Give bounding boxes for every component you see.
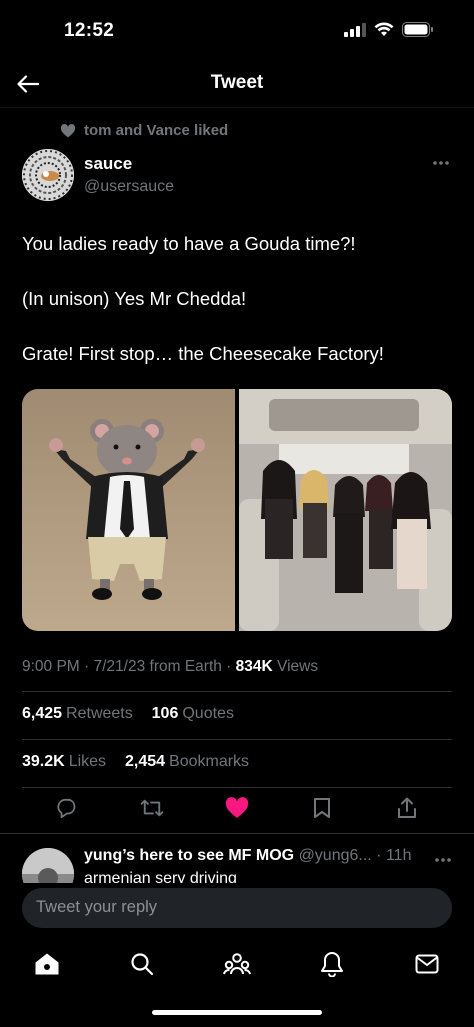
- like-button[interactable]: [224, 795, 250, 821]
- page-title: Tweet: [210, 72, 264, 93]
- nav-bar: Tweet: [0, 60, 474, 108]
- tab-home[interactable]: [32, 949, 62, 979]
- avatar[interactable]: [22, 149, 74, 201]
- reply-input-placeholder: Tweet your reply: [36, 898, 158, 916]
- avatar[interactable]: [22, 848, 74, 883]
- reply-input[interactable]: Tweet your reply: [22, 888, 452, 928]
- tweet-line: (In unison) Yes Mr Chedda!: [22, 288, 247, 309]
- reply-text: armenian sery driving: [84, 870, 237, 883]
- reply-button[interactable]: [54, 795, 80, 821]
- social-context-label: tom and Vance liked: [84, 122, 229, 139]
- tweet-author: sauce @usersauce: [22, 149, 454, 203]
- reply-header: yung’s here to see MF MOG @yung6... · 11…: [84, 847, 411, 865]
- social-context: tom and Vance liked: [60, 122, 228, 139]
- share-button[interactable]: [394, 795, 420, 821]
- bookmark-icon: [314, 798, 330, 818]
- envelope-icon: [415, 954, 439, 974]
- search-icon: [131, 953, 154, 976]
- tweet-line: You ladies ready to have a Gouda time?!: [22, 233, 356, 254]
- bookmarks-label: Bookmarks: [169, 753, 250, 770]
- tab-search[interactable]: [127, 949, 157, 979]
- divider: [22, 691, 452, 692]
- status-bar: 12:52: [0, 0, 474, 64]
- likes-count: 39.2K: [22, 753, 65, 770]
- divider: [22, 787, 452, 788]
- status-icons: [344, 22, 434, 37]
- communities-icon: [223, 953, 251, 975]
- bottom-tab-bar: [0, 935, 474, 1027]
- reply-bubble-icon: [57, 798, 76, 818]
- reply-author-name[interactable]: yung’s here to see MF MOG: [84, 847, 294, 864]
- media-photo-mouse[interactable]: [22, 389, 235, 631]
- retweets-label: Retweets: [66, 705, 133, 722]
- tweet-actions: [22, 795, 452, 825]
- bookmarks-count: 2,454: [124, 753, 166, 770]
- likes-label: Likes: [68, 753, 107, 770]
- heart-icon: [60, 123, 76, 137]
- tab-notifications[interactable]: [317, 949, 347, 979]
- home-indicator: [152, 1010, 322, 1015]
- engagement-stats-row-1: 6,425 Retweets 106 Quotes: [22, 705, 234, 723]
- engagement-stats-row-2: 39.2K Likes 2,454 Bookmarks: [22, 753, 249, 771]
- tweet-text: You ladies ready to have a Gouda time?! …: [22, 230, 452, 395]
- tweet-meta: 9:00 PM · 7/21/23 from Earth · 834K View…: [22, 658, 318, 676]
- retweet-icon: [140, 799, 164, 817]
- retweets-stat[interactable]: 6,425 Retweets: [22, 705, 133, 722]
- author-name[interactable]: sauce: [84, 154, 132, 174]
- heart-filled-icon: [225, 797, 249, 818]
- wifi-icon: [374, 22, 394, 36]
- more-dots-icon: [433, 161, 449, 165]
- bookmarks-stat[interactable]: 2,454 Bookmarks: [125, 753, 249, 770]
- bookmark-button[interactable]: [309, 795, 335, 821]
- cellular-signal-icon: [344, 22, 366, 37]
- retweet-button[interactable]: [139, 795, 165, 821]
- quotes-stat[interactable]: 106 Quotes: [152, 705, 234, 722]
- tweet-timestamp: 9:00 PM · 7/21/23 from Earth ·: [22, 658, 236, 675]
- reply-tweet[interactable]: yung’s here to see MF MOG @yung6... · 11…: [0, 833, 474, 883]
- likes-stat[interactable]: 39.2K Likes: [22, 753, 106, 770]
- tab-messages[interactable]: [412, 949, 442, 979]
- quotes-count: 106: [151, 705, 179, 722]
- divider: [22, 739, 452, 740]
- author-handle[interactable]: @usersauce: [84, 178, 174, 196]
- share-icon: [398, 797, 416, 818]
- reply-more-button[interactable]: [434, 850, 452, 868]
- retweets-count: 6,425: [22, 705, 63, 722]
- views-label: Views: [277, 658, 319, 675]
- more-options-button[interactable]: [432, 153, 450, 171]
- more-dots-icon: [435, 858, 451, 862]
- tweet-line: Grate! First stop… the Cheesecake Factor…: [22, 343, 384, 364]
- tab-communities[interactable]: [222, 949, 252, 979]
- media-photo-car[interactable]: [239, 389, 452, 631]
- battery-icon: [402, 22, 433, 37]
- home-icon: [35, 953, 59, 975]
- tweet-media: [22, 389, 452, 631]
- status-time: 12:52: [64, 20, 115, 41]
- bell-icon: [321, 952, 343, 977]
- avatar-image: [22, 149, 74, 201]
- views-count[interactable]: 834K: [236, 658, 273, 675]
- quotes-label: Quotes: [182, 705, 234, 722]
- reply-handle-time: @yung6... · 11h: [298, 847, 412, 864]
